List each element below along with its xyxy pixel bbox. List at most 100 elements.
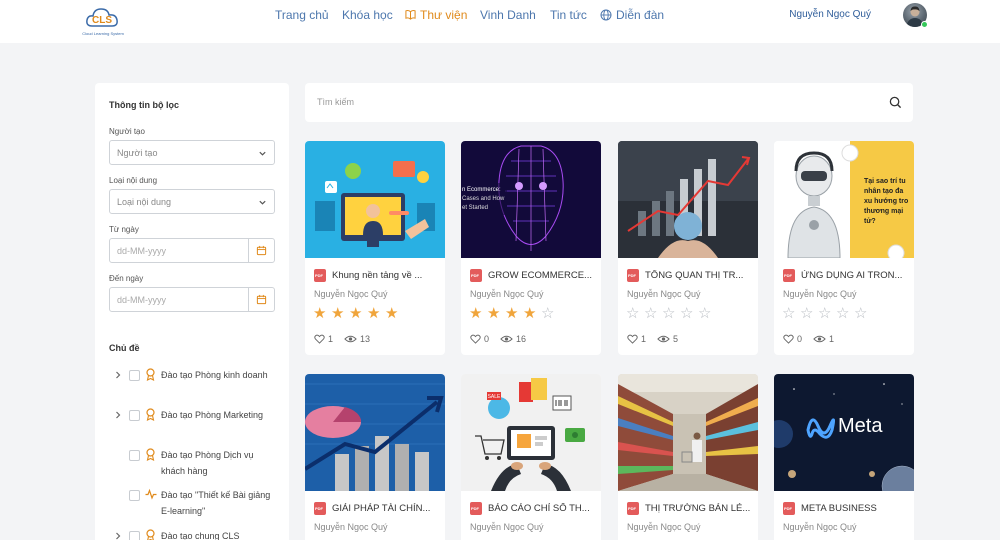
card-title[interactable]: GIẢI PHÁP TÀI CHÍN...	[332, 503, 440, 514]
thumb-text: n Ecommerce:	[462, 187, 501, 193]
content-type-label: Loại nội dung	[109, 176, 158, 185]
star-rating[interactable]: ☆ ☆ ☆ ☆ ☆	[626, 306, 726, 321]
topic-label: Đào tạo chung CLS	[161, 531, 240, 540]
star-rating[interactable]: ★ ★ ★ ★ ★	[313, 306, 413, 321]
star-empty-icon[interactable]: ☆	[644, 306, 657, 321]
star-empty-icon[interactable]: ☆	[680, 306, 693, 321]
market-growth-illustration-icon	[618, 141, 758, 258]
star-filled-icon[interactable]: ★	[385, 306, 398, 321]
topic-checkbox[interactable]	[129, 531, 140, 540]
from-date-calendar-button[interactable]	[248, 239, 274, 262]
from-date-input[interactable]: dd-MM-yyyy	[109, 238, 275, 263]
search-bar[interactable]: Tìm kiếm	[305, 83, 913, 122]
card-title[interactable]: GROW ECOMMERCE...	[488, 270, 596, 281]
star-empty-icon[interactable]: ☆	[800, 306, 813, 321]
card-title[interactable]: THỊ TRƯỜNG BÁN LẺ...	[645, 503, 753, 514]
filter-sidebar: Thông tin bộ lọc Người tạo Người tạo Loạ…	[95, 83, 289, 540]
nav-forum-label: Diễn đàn	[616, 8, 665, 22]
creator-select[interactable]: Người tạo	[109, 140, 275, 165]
library-card[interactable]: TỔNG QUAN THỊ TR... Nguyễn Ngọc Quý ☆☆☆☆…	[618, 141, 758, 355]
logo-tagline: Cloud Learning System	[82, 31, 124, 36]
to-date-calendar-button[interactable]	[248, 288, 274, 311]
star-filled-icon[interactable]: ★	[469, 306, 482, 321]
star-filled-icon[interactable]: ★	[313, 306, 326, 321]
user-name[interactable]: Nguyễn Ngọc Quý	[789, 9, 871, 20]
star-empty-icon[interactable]: ☆	[782, 306, 795, 321]
nav-news-label: Tin tức	[550, 8, 587, 22]
star-empty-icon[interactable]: ☆	[836, 306, 849, 321]
star-rating[interactable]: ★ ★ ★ ★ ☆	[469, 306, 569, 321]
star-filled-icon[interactable]: ★	[367, 306, 380, 321]
pdf-icon	[314, 269, 326, 282]
star-empty-icon[interactable]: ☆	[626, 306, 639, 321]
chevron-right-icon[interactable]	[114, 532, 122, 540]
chevron-down-icon	[259, 151, 266, 156]
card-thumbnail	[618, 141, 758, 258]
chevron-right-icon[interactable]	[114, 411, 122, 419]
chevron-down-icon	[259, 200, 266, 205]
thumb-text: xu hướng tro	[864, 198, 908, 205]
card-author: Nguyễn Ngọc Quý	[627, 522, 701, 532]
pdf-icon	[627, 269, 639, 282]
topic-label: Đào tạo Phòng Dịch vụ khách hàng	[161, 450, 254, 476]
top-navbar: CLS Cloud Learning System Trang chủ Khóa…	[0, 0, 1000, 43]
topic-checkbox[interactable]	[129, 410, 140, 421]
nav-library-label: Thư viện	[420, 8, 468, 22]
card-stats: 0 1	[783, 333, 903, 345]
topic-checkbox[interactable]	[129, 370, 140, 381]
star-empty-icon[interactable]: ☆	[698, 306, 711, 321]
star-rating[interactable]: ☆ ☆ ☆ ☆ ☆	[782, 306, 882, 321]
star-empty-icon[interactable]: ☆	[541, 306, 554, 321]
pdf-icon	[627, 502, 639, 515]
card-title[interactable]: BÁO CÁO CHỈ SỐ TH...	[488, 503, 596, 514]
star-filled-icon[interactable]: ★	[505, 306, 518, 321]
cls-logo[interactable]: CLS Cloud Learning System	[78, 6, 128, 36]
topic-checkbox[interactable]	[129, 490, 140, 501]
search-icon[interactable]	[889, 96, 902, 109]
card-thumbnail	[305, 141, 445, 258]
star-filled-icon[interactable]: ★	[331, 306, 344, 321]
heart-icon	[470, 334, 481, 344]
library-card[interactable]: THỊ TRƯỜNG BÁN LẺ... Nguyễn Ngọc Quý	[618, 374, 758, 540]
creator-label: Người tạo	[109, 127, 145, 136]
thumb-text: tử?	[864, 218, 876, 225]
chevron-right-icon[interactable]	[114, 371, 122, 379]
eye-icon	[813, 335, 826, 343]
star-filled-icon[interactable]: ★	[523, 306, 536, 321]
views-count: 1	[829, 334, 835, 344]
card-title[interactable]: TỔNG QUAN THỊ TR...	[645, 270, 753, 281]
from-date-placeholder: dd-MM-yyyy	[117, 246, 166, 256]
library-card[interactable]: n Ecommerce: Cases and How et Started GR…	[461, 141, 601, 355]
card-title[interactable]: Khung nền tảng về ...	[332, 270, 440, 281]
card-thumbnail: n Ecommerce: Cases and How et Started	[461, 141, 601, 258]
award-icon	[146, 448, 155, 461]
card-title[interactable]: ỨNG DỤNG AI TRON...	[801, 270, 909, 281]
nav-courses-label: Khóa học	[342, 8, 393, 22]
card-title[interactable]: META BUSINESS	[801, 503, 909, 514]
star-filled-icon[interactable]: ★	[349, 306, 362, 321]
star-empty-icon[interactable]: ☆	[854, 306, 867, 321]
nav-honor-label: Vinh Danh	[480, 8, 536, 22]
views-count: 5	[673, 334, 679, 344]
likes-count: 0	[484, 334, 490, 344]
thumb-text: thương mại	[864, 208, 903, 215]
star-empty-icon[interactable]: ☆	[818, 306, 831, 321]
video-training-illustration-icon	[305, 141, 445, 258]
book-icon	[405, 10, 416, 20]
star-empty-icon[interactable]: ☆	[662, 306, 675, 321]
pdf-icon	[470, 502, 482, 515]
to-date-input[interactable]: dd-MM-yyyy	[109, 287, 275, 312]
topic-checkbox[interactable]	[129, 450, 140, 461]
finance-growth-illustration-icon	[305, 374, 445, 491]
heart-icon	[627, 334, 638, 344]
library-card[interactable]: Tại sao trí tu nhân tạo đa xu hướng tro …	[774, 141, 914, 355]
content-type-select-value: Loại nội dung	[117, 197, 172, 207]
library-card[interactable]: GIẢI PHÁP TÀI CHÍN... Nguyễn Ngọc Quý	[305, 374, 445, 540]
search-placeholder: Tìm kiếm	[317, 97, 354, 107]
library-card[interactable]: Meta META BUSINESS Nguyễn Ngọc Quý	[774, 374, 914, 540]
star-filled-icon[interactable]: ★	[487, 306, 500, 321]
card-author: Nguyễn Ngọc Quý	[627, 289, 701, 299]
library-card[interactable]: SALE BÁO CÁO CHỈ SỐ TH... Nguyễn Ngọc Qu…	[461, 374, 601, 540]
library-card[interactable]: Khung nền tảng về ... Nguyễn Ngọc Quý ★★…	[305, 141, 445, 355]
content-type-select[interactable]: Loại nội dung	[109, 189, 275, 214]
